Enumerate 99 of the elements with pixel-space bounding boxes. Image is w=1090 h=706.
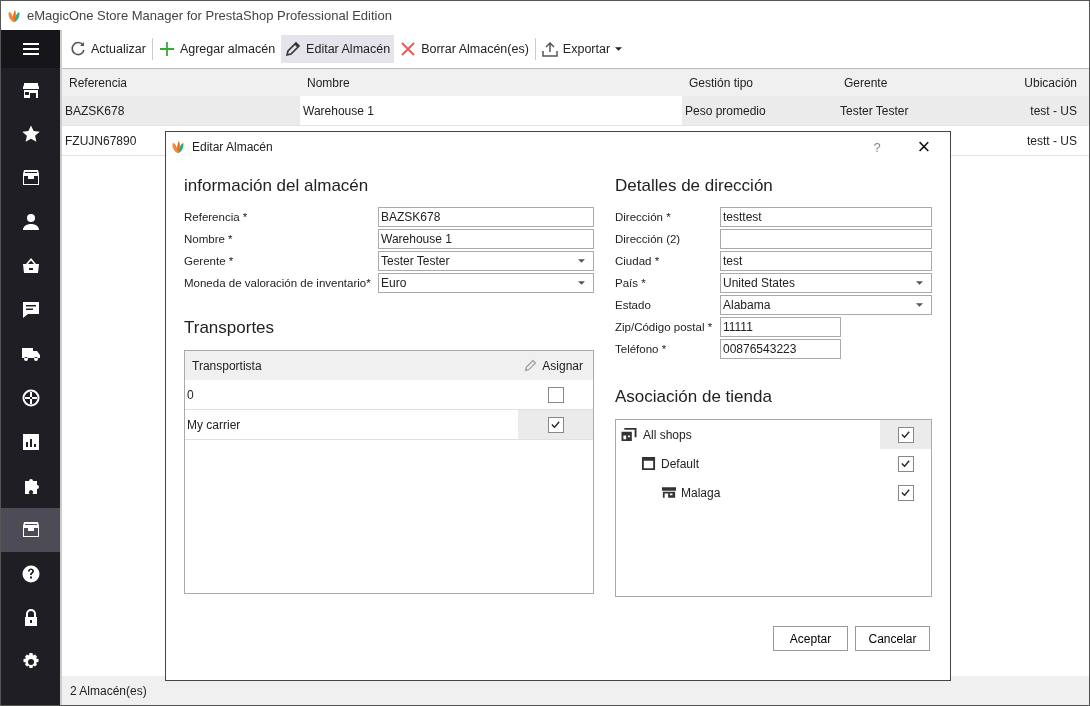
field-label: País *	[615, 277, 647, 289]
section-heading: Transportes	[184, 318, 276, 338]
basket-icon	[20, 256, 41, 276]
dialog-title: Editar Almacén	[192, 140, 273, 154]
cancel-button[interactable]: Cancelar	[855, 626, 930, 651]
checkbox[interactable]	[897, 455, 914, 472]
tree-label: Malaga	[681, 485, 721, 500]
checkbox[interactable]	[897, 484, 914, 501]
column-header[interactable]: Gestión tipo	[682, 69, 837, 96]
table-cell: Tester Tester	[840, 103, 909, 118]
table-cell: FZUJN67890	[65, 133, 137, 148]
table-cell: Warehouse 1	[303, 103, 374, 118]
table-cell-text: My carrier	[186, 417, 242, 432]
input-field[interactable]	[720, 229, 932, 249]
close-button[interactable]: ×	[904, 133, 944, 161]
table-cell: testt - US	[1027, 133, 1077, 148]
input-field[interactable]: 11111	[720, 317, 841, 337]
sidebar-item[interactable]	[1, 508, 60, 552]
tray-icon	[20, 520, 41, 540]
input-field[interactable]: 00876543223	[720, 339, 841, 359]
tree-item[interactable]: Default	[616, 449, 931, 478]
toolbar-button[interactable]: Actualizar	[66, 35, 150, 63]
upload-icon	[541, 41, 558, 57]
table-row[interactable]: BAZSK678 Warehouse 1 Peso promedio Tester Tester test - US	[62, 96, 1089, 126]
checkmark-icon	[900, 429, 911, 440]
carrier-row[interactable]: My carrier	[185, 410, 593, 440]
stores-icon	[620, 427, 638, 442]
field-label: Zip/Código postal *	[615, 321, 714, 333]
caret-icon	[916, 303, 923, 307]
input-field[interactable]: Warehouse 1	[378, 229, 594, 249]
leaf-logo-icon	[171, 140, 185, 154]
tray-icon	[20, 168, 41, 188]
section-heading: Detalles de dirección	[615, 176, 774, 196]
input-field[interactable]: BAZSK678	[378, 207, 594, 227]
caret-icon	[916, 281, 923, 285]
store-icon	[20, 80, 41, 100]
table-cell: test - US	[1030, 103, 1077, 118]
checkbox[interactable]	[897, 426, 914, 443]
store-icon	[662, 487, 676, 498]
tree-label: All shops	[643, 427, 692, 442]
window-icon	[641, 456, 656, 471]
field-label: Ciudad *	[615, 255, 661, 267]
section-heading: Asociación de tienda	[615, 387, 773, 407]
field-label: Nombre *	[184, 233, 234, 245]
star-icon	[20, 124, 41, 144]
caret-icon	[615, 47, 623, 51]
dropdown[interactable]: Alabama	[720, 295, 932, 315]
help-button[interactable]: ?	[857, 133, 897, 161]
table-cell: Peso promedio	[685, 103, 766, 118]
checkbox[interactable]	[547, 386, 564, 403]
pencil-icon	[524, 359, 538, 372]
close-icon	[400, 41, 417, 57]
checkbox[interactable]	[547, 416, 564, 433]
leaf-logo-icon	[7, 8, 21, 23]
caret-icon	[578, 281, 585, 285]
dropdown[interactable]: Tester Tester	[378, 251, 594, 271]
status-text: 2 Almacén(es)	[70, 683, 147, 698]
field-label: Dirección *	[615, 211, 672, 223]
tree-label: Default	[661, 456, 700, 471]
toolbar-button[interactable]: Borrar Almacén(es)	[396, 35, 533, 63]
help-icon	[20, 564, 41, 584]
tree-item[interactable]: All shops	[616, 420, 931, 449]
toolbar-button[interactable]: Agregar almacén	[154, 35, 280, 63]
column-header: Transportista	[192, 358, 263, 373]
field-label: Dirección (2)	[615, 233, 682, 245]
field-label: Moneda de valoración de inventario*	[184, 277, 372, 289]
field-label: Referencia *	[184, 211, 249, 223]
sidebar-item[interactable]	[1, 30, 60, 68]
field-label: Gerente *	[184, 255, 235, 267]
checkmark-icon	[550, 419, 561, 430]
checkmark-icon	[900, 458, 911, 469]
dropdown[interactable]: United States	[720, 273, 932, 293]
chart-icon	[20, 432, 41, 452]
pencil-icon	[285, 41, 302, 57]
carrier-row[interactable]: 0	[185, 380, 593, 410]
caret-icon	[578, 259, 585, 263]
tree-item[interactable]: Malaga	[616, 478, 931, 507]
toolbar-button[interactable]: Exportar	[537, 35, 627, 63]
input-field[interactable]: test	[720, 251, 932, 271]
checkmark-icon	[900, 487, 911, 498]
accept-button[interactable]: Aceptar	[773, 626, 848, 651]
field-label: Estado	[615, 299, 652, 311]
person-icon	[20, 212, 41, 232]
input-field[interactable]: testtest	[720, 207, 932, 227]
refresh-icon	[70, 41, 86, 57]
field-label: Teléfono *	[615, 343, 668, 355]
column-header[interactable]: Ubicación	[1005, 69, 1089, 96]
column-header[interactable]: Gerente	[837, 69, 1005, 96]
dropdown[interactable]: Euro	[378, 273, 594, 293]
section-heading: información del almacén	[184, 176, 370, 196]
column-header[interactable]: Referencia	[62, 69, 300, 96]
table-cell: BAZSK678	[65, 103, 125, 118]
toolbar-button[interactable]: Editar Almacén	[281, 35, 395, 63]
window-title: eMagicOne Store Manager for PrestaShop Professional Edition	[27, 8, 392, 23]
column-header: Asignar	[542, 358, 583, 373]
column-header[interactable]: Nombre	[300, 69, 682, 96]
chat-icon	[20, 300, 41, 320]
plus-icon	[158, 41, 175, 57]
table-cell-text: 0	[186, 387, 195, 402]
